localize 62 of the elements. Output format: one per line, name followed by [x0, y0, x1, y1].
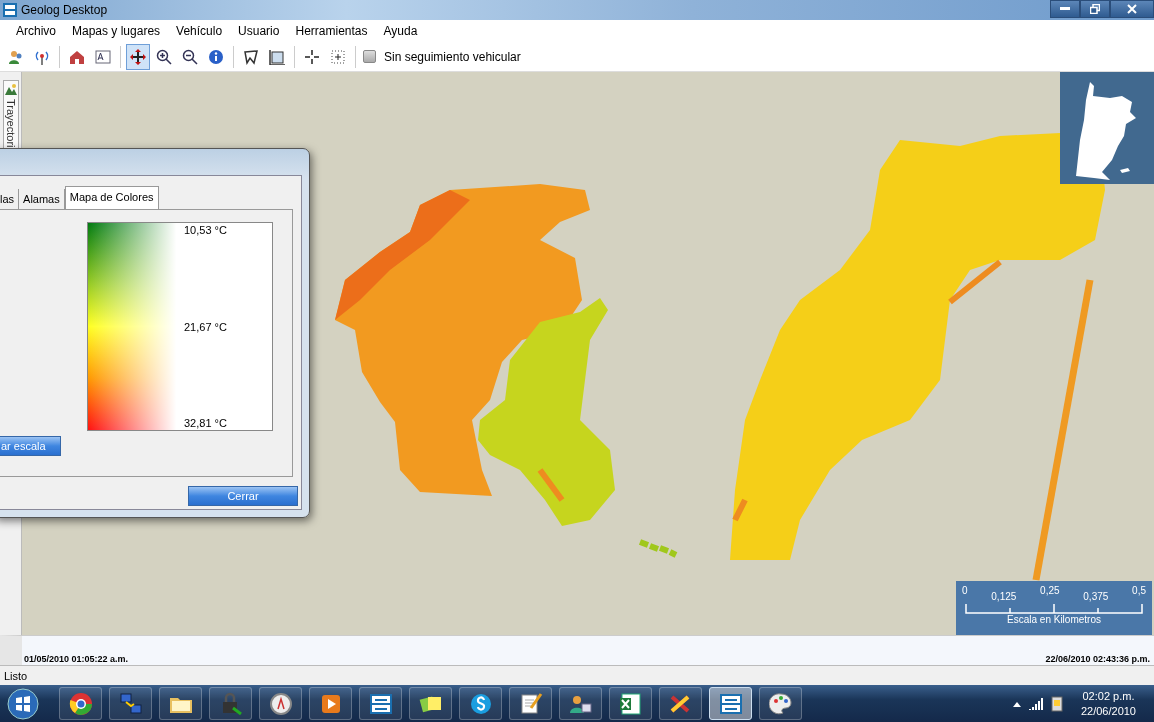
status-text: Listo — [4, 669, 28, 682]
menu-item[interactable]: Vehículo — [168, 24, 231, 38]
clock-date: 22/06/2010 — [1080, 703, 1136, 719]
network-computers-icon — [118, 691, 143, 716]
end-time: 22/06/2010 02:43:36 p.m. — [1045, 654, 1150, 664]
house-icon — [69, 48, 85, 65]
palette-icon — [768, 691, 793, 716]
start-time: 01/05/2010 01:05:22 a.m. — [24, 654, 129, 664]
minimize-button[interactable] — [1050, 0, 1080, 18]
polygon-icon — [243, 48, 259, 65]
move-icon — [130, 48, 146, 65]
legend-label: 32,81 °C — [184, 417, 228, 430]
scale-label: 0,25 — [1040, 585, 1060, 598]
crosshair-icon — [304, 48, 320, 65]
tracking-checkbox[interactable] — [363, 50, 376, 63]
users-icon — [8, 48, 24, 65]
dotted-crosshair-icon — [330, 48, 346, 65]
clock-time: 02:02 p.m. — [1082, 688, 1135, 704]
scale-label: 0,375 — [1083, 591, 1109, 602]
minimize-icon — [1060, 7, 1070, 11]
compass-icon — [268, 691, 293, 716]
close-icon — [1127, 4, 1137, 14]
text-box-icon — [95, 48, 111, 65]
landscape-icon — [4, 83, 17, 95]
menu-item[interactable]: Ayuda — [375, 24, 426, 38]
scale-label: 0 — [962, 585, 968, 598]
scale-label: 0,5 — [1132, 585, 1146, 598]
scale-button[interactable]: ar escala — [0, 436, 61, 456]
show-hidden-icon[interactable] — [1012, 700, 1021, 707]
restore-icon — [1090, 4, 1100, 14]
menu-item[interactable]: Mapas y lugares — [64, 24, 169, 38]
close-button[interactable] — [1110, 0, 1154, 18]
start-button[interactable] — [4, 686, 42, 721]
menu-item[interactable]: Archivo — [8, 24, 64, 38]
legend-label: 10,53 °C — [184, 224, 228, 237]
tab-label: Trayectori — [4, 99, 17, 148]
browser-icon — [68, 691, 93, 716]
scale-label: 0,125 — [991, 591, 1017, 602]
restore-button[interactable] — [1080, 0, 1110, 18]
device-icon[interactable] — [1050, 695, 1063, 712]
dialog-tab[interactable]: Mapa de Colores — [64, 186, 159, 209]
legend-label: 21,67 °C — [184, 320, 228, 334]
menu-item[interactable]: Herramientas — [287, 24, 376, 38]
menu-item[interactable]: Usuario — [230, 24, 288, 38]
logo-icon — [368, 691, 393, 716]
start-orb-icon — [7, 687, 39, 720]
close-dialog-button[interactable]: Cerrar — [188, 486, 298, 506]
window-title: Geolog Desktop — [21, 3, 108, 17]
zoom-in-icon — [156, 48, 172, 65]
notepad-pencil-icon — [518, 691, 543, 716]
phone-call-icon — [468, 691, 493, 716]
logo-icon — [718, 691, 743, 716]
zoom-out-icon — [182, 48, 198, 65]
app-icon — [3, 3, 17, 17]
taskbar-button[interactable] — [709, 687, 752, 720]
spreadsheet-icon — [618, 691, 643, 716]
info-icon — [208, 48, 224, 65]
toolbar-button[interactable] — [126, 43, 150, 70]
checkbox-label: Sin seguimiento vehicular — [384, 49, 521, 64]
scale-caption: Escala en Kilometros — [1007, 614, 1101, 625]
signal-icon[interactable] — [1028, 697, 1043, 710]
select-area-icon — [269, 48, 285, 65]
